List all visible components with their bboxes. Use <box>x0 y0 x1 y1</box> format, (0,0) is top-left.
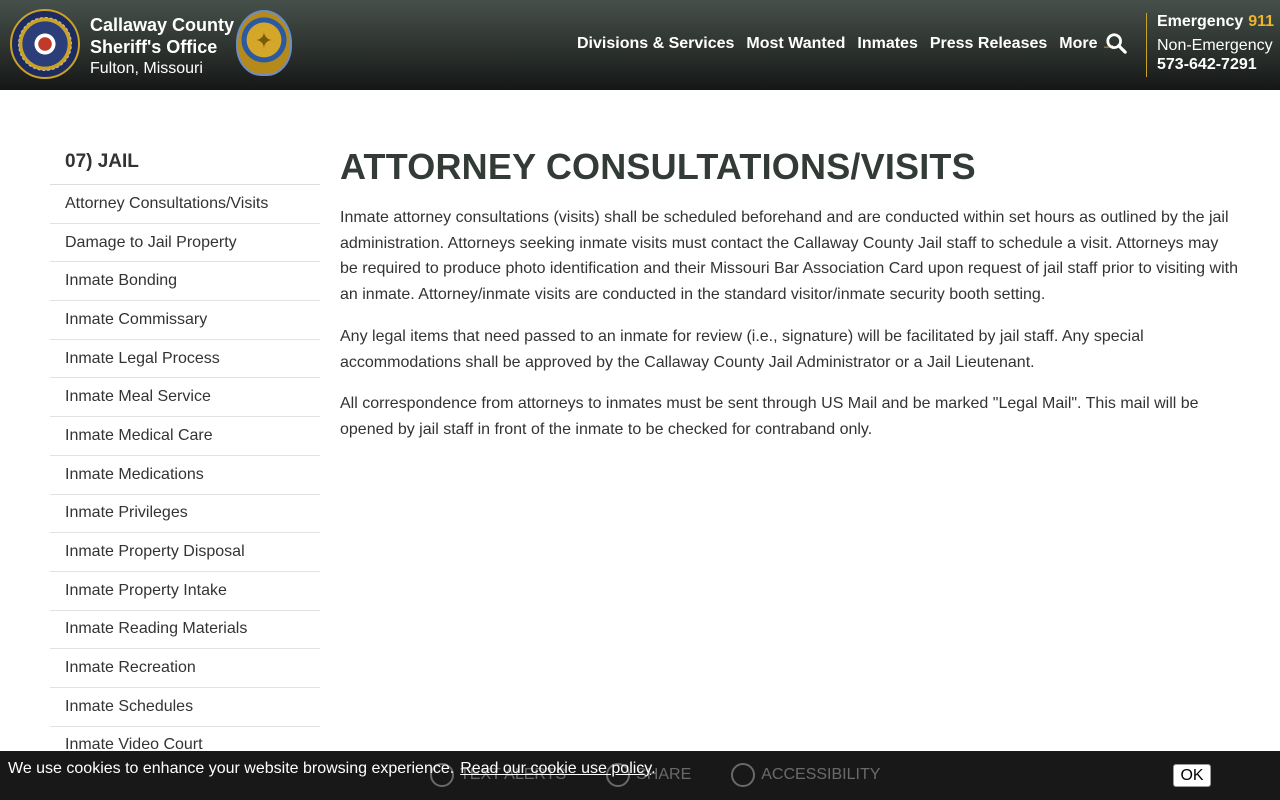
share-label: SHARE <box>636 766 692 783</box>
sidebar-item-link[interactable]: Inmate Legal Process <box>65 350 220 368</box>
share-icon <box>606 763 631 787</box>
share-tool[interactable]: SHARE <box>606 763 691 787</box>
seal-ring <box>18 17 72 71</box>
contact-info: Emergency 911 Non-Emergency 573-642-7291 <box>1157 13 1274 74</box>
nav-more-label: More <box>1059 35 1098 52</box>
emergency-number: 911 <box>1248 13 1275 30</box>
sidebar-item: Inmate Legal Process <box>50 340 320 379</box>
sidebar-item-link[interactable]: Inmate Commissary <box>65 311 207 329</box>
nonemergency-phone[interactable]: 573-642-7291 <box>1157 56 1274 74</box>
sidebar-item: Damage to Jail Property <box>50 224 320 263</box>
accessibility-icon <box>731 763 756 787</box>
sidebar-item-link[interactable]: Inmate Reading Materials <box>65 620 247 638</box>
sidebar-item-link[interactable]: Attorney Consultations/Visits <box>65 195 268 213</box>
nav-divisions-services[interactable]: Divisions & Services <box>577 35 734 53</box>
cookie-ok-button[interactable]: OK <box>1173 764 1211 787</box>
sidebar-item-link[interactable]: Inmate Schedules <box>65 698 193 716</box>
sidebar-item-link[interactable]: Inmate Bonding <box>65 272 177 290</box>
nav-inmates[interactable]: Inmates <box>857 35 917 53</box>
sidebar-list: Attorney Consultations/Visits Damage to J… <box>50 185 320 766</box>
sidebar-item: Inmate Reading Materials <box>50 611 320 650</box>
page-title: ATTORNEY CONSULTATIONS/VISITS <box>340 146 976 187</box>
site-brand[interactable]: Callaway County Sheriff's Office Fulton,… <box>90 14 234 79</box>
sidebar-item-link[interactable]: Inmate Meal Service <box>65 388 211 406</box>
sidebar-item: Inmate Medications <box>50 456 320 495</box>
emergency-line[interactable]: Emergency 911 <box>1157 13 1274 31</box>
emergency-label: Emergency <box>1157 13 1244 30</box>
sidebar: 07) JAIL Attorney Consultations/Visits Da… <box>50 143 320 766</box>
sidebar-item: Attorney Consultations/Visits <box>50 185 320 224</box>
sidebar-item: Inmate Privileges <box>50 495 320 534</box>
badge-emblem-icon: ✦ <box>254 28 274 53</box>
sidebar-item-link[interactable]: Inmate Property Disposal <box>65 543 245 561</box>
site-header: Callaway County Sheriff's Office Fulton,… <box>0 0 1280 90</box>
nonemergency-label: Non-Emergency <box>1157 37 1273 54</box>
sidebar-item-link[interactable]: Inmate Medications <box>65 466 204 484</box>
sidebar-item-link[interactable]: Damage to Jail Property <box>65 234 237 252</box>
bottom-toolbar: TEXT ALERTS SHARE ACCESSIBILITY <box>430 763 920 787</box>
cookie-text: We use cookies to enhance your website b… <box>8 760 455 777</box>
accessibility-tool[interactable]: ACCESSIBILITY <box>731 763 880 787</box>
brand-location: Fulton, Missouri <box>90 60 203 77</box>
brand-name-line1: Callaway County <box>90 15 235 35</box>
sidebar-item-link[interactable]: Inmate Property Intake <box>65 582 227 600</box>
content-paragraph-2: Any legal items that need passed to an i… <box>340 327 1144 371</box>
sidebar-item-link[interactable]: Inmate Privileges <box>65 504 188 522</box>
text-alerts-tool[interactable]: TEXT ALERTS <box>430 763 566 787</box>
brand-name-line2: Sheriff's Office <box>90 37 218 57</box>
search-icon[interactable] <box>1105 32 1127 54</box>
text-alerts-label: TEXT ALERTS <box>460 766 567 783</box>
sidebar-item: Inmate Medical Care <box>50 417 320 456</box>
sidebar-item: Inmate Property Disposal <box>50 533 320 572</box>
content-paragraph-1: Inmate attorney consultations (visits) s… <box>340 209 1238 304</box>
header-divider <box>1146 13 1147 77</box>
nav-press-releases[interactable]: Press Releases <box>930 35 1047 53</box>
sidebar-item: Inmate Property Intake <box>50 572 320 611</box>
main-content: ATTORNEY CONSULTATIONS/VISITS Inmate att… <box>340 145 1240 459</box>
sidebar-item: Inmate Recreation <box>50 649 320 688</box>
accreditation-badge-logo: ✦ <box>236 10 292 80</box>
sidebar-title: 07) JAIL <box>50 143 320 185</box>
sidebar-item: Inmate Schedules <box>50 688 320 727</box>
sidebar-item: Inmate Meal Service <box>50 378 320 418</box>
main-nav: Divisions & Services Most Wanted Inmates… <box>577 33 1131 55</box>
accessibility-label: ACCESSIBILITY <box>761 766 881 783</box>
chat-icon <box>430 763 454 787</box>
sidebar-item-link[interactable]: Inmate Medical Care <box>65 427 213 445</box>
content-paragraph-3: All correspondence from attorneys to inm… <box>340 395 1199 438</box>
sidebar-item: Inmate Bonding <box>50 262 320 302</box>
nav-most-wanted[interactable]: Most Wanted <box>746 35 845 53</box>
sidebar-item-link[interactable]: Inmate Recreation <box>65 659 196 677</box>
sidebar-item: Inmate Commissary <box>50 301 320 340</box>
